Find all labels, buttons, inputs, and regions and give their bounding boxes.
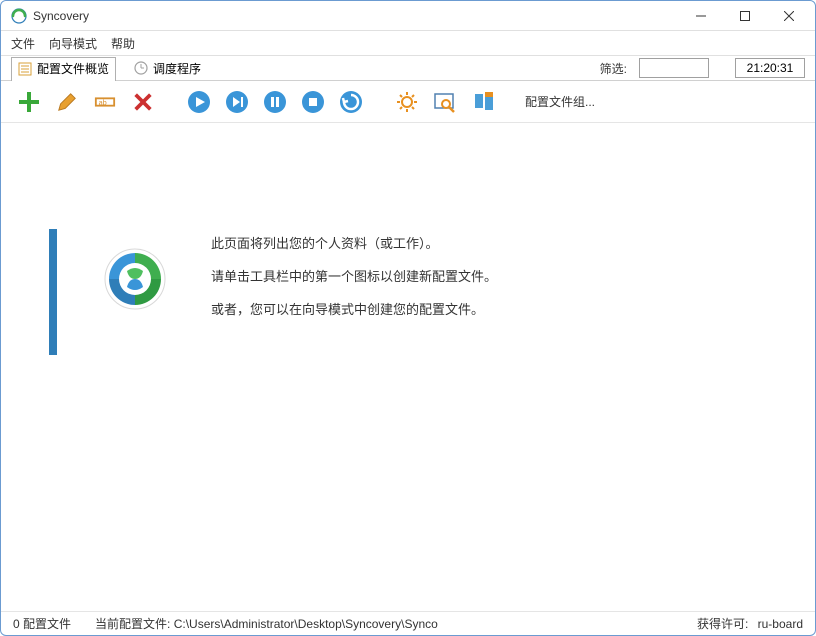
stop-button[interactable]	[299, 88, 327, 116]
profile-group-button[interactable]: 配置文件组...	[525, 93, 595, 110]
menu-bar: 文件 向导模式 帮助	[1, 31, 815, 55]
close-button[interactable]	[767, 1, 811, 30]
list-icon	[18, 62, 32, 76]
delete-button[interactable]	[129, 88, 157, 116]
clock-display: 21:20:31	[735, 58, 805, 78]
run-attended-button[interactable]	[223, 88, 251, 116]
tab-label: 调度程序	[153, 60, 201, 77]
tabs-row: 配置文件概览 调度程序 筛选: 21:20:31	[1, 55, 815, 81]
accent-bar	[49, 229, 57, 355]
maximize-button[interactable]	[723, 1, 767, 30]
content-area: 此页面将列出您的个人资料（或工作）。 请单击工具栏中的第一个图标以创建新配置文件…	[1, 123, 815, 611]
toolbar: ab 配置文件组...	[1, 81, 815, 123]
profile-count: 0 配置文件	[13, 615, 71, 632]
filter-input[interactable]	[639, 58, 709, 78]
tab-label: 配置文件概览	[37, 60, 109, 77]
welcome-line-3: 或者，您可以在向导模式中创建您的配置文件。	[211, 299, 497, 318]
queue-button[interactable]	[469, 88, 497, 116]
welcome-panel: 此页面将列出您的个人资料（或工作）。 请单击工具栏中的第一个图标以创建新配置文件…	[49, 229, 497, 355]
search-button[interactable]	[431, 88, 459, 116]
menu-file[interactable]: 文件	[11, 35, 35, 52]
window-controls	[679, 1, 811, 30]
rename-button[interactable]: ab	[91, 88, 119, 116]
menu-wizard[interactable]: 向导模式	[49, 35, 97, 52]
tab-scheduler[interactable]: 调度程序	[128, 56, 207, 80]
window: Syncovery 文件 向导模式 帮助 配置文件概览	[0, 0, 816, 636]
menu-help[interactable]: 帮助	[111, 35, 135, 52]
window-title: Syncovery	[33, 9, 679, 23]
tab-profile-overview[interactable]: 配置文件概览	[11, 57, 116, 81]
edit-button[interactable]	[53, 88, 81, 116]
svg-text:ab: ab	[99, 97, 107, 106]
title-bar: Syncovery	[1, 1, 815, 31]
current-profile: 当前配置文件: C:\Users\Administrator\Desktop\S…	[95, 615, 438, 632]
welcome-line-1: 此页面将列出您的个人资料（或工作）。	[211, 233, 497, 252]
welcome-text: 此页面将列出您的个人资料（或工作）。 请单击工具栏中的第一个图标以创建新配置文件…	[211, 229, 497, 318]
license-info: 获得许可: ru-board	[697, 615, 803, 632]
settings-button[interactable]	[393, 88, 421, 116]
status-bar: 0 配置文件 当前配置文件: C:\Users\Administrator\De…	[1, 611, 815, 635]
app-icon	[11, 8, 27, 24]
welcome-line-2: 请单击工具栏中的第一个图标以创建新配置文件。	[211, 266, 497, 285]
syncovery-logo-icon	[103, 247, 167, 311]
restore-button[interactable]	[337, 88, 365, 116]
clock-icon	[134, 61, 148, 75]
minimize-button[interactable]	[679, 1, 723, 30]
pause-button[interactable]	[261, 88, 289, 116]
add-profile-button[interactable]	[15, 88, 43, 116]
run-button[interactable]	[185, 88, 213, 116]
filter-label: 筛选:	[600, 60, 627, 77]
